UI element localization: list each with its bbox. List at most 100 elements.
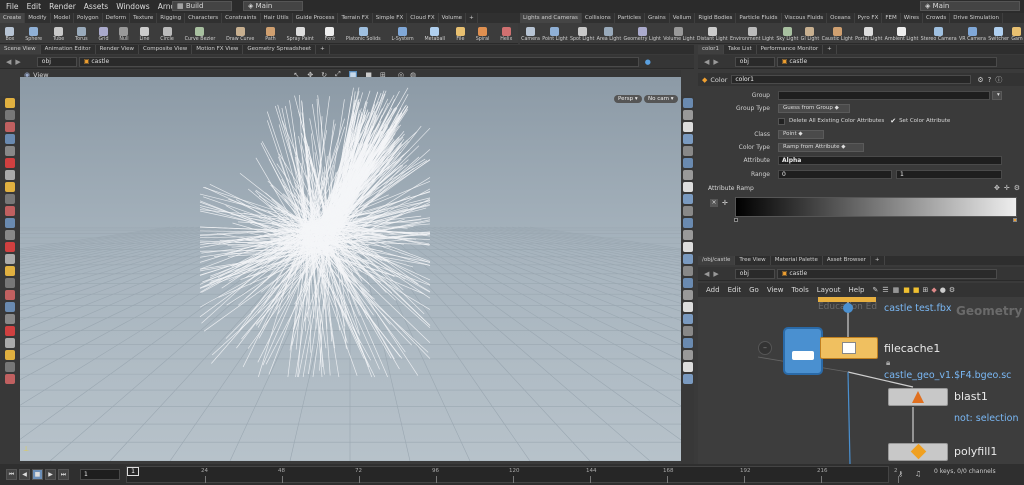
delete-attr-checkbox[interactable]: [778, 117, 785, 125]
strip-tool-icon[interactable]: [5, 314, 15, 324]
strip-tool-icon[interactable]: [682, 134, 693, 144]
shelf-tab[interactable]: FEM: [882, 13, 901, 23]
range-max-field[interactable]: 1: [896, 170, 1002, 179]
sticky-icon[interactable]: ■: [903, 286, 910, 294]
light-tool[interactable]: Camera: [521, 26, 540, 42]
strip-tool-icon[interactable]: [682, 242, 693, 252]
strip-tool-icon[interactable]: [5, 350, 15, 360]
tab-performance-monitor[interactable]: Performance Monitor: [757, 45, 824, 54]
back-icon[interactable]: ◀: [6, 58, 11, 66]
strip-tool-icon[interactable]: [682, 218, 693, 228]
menu-render[interactable]: Render: [45, 0, 80, 13]
menu-file[interactable]: File: [2, 0, 23, 13]
shelf-tab[interactable]: Collisions: [582, 13, 615, 23]
strip-tool-icon[interactable]: [682, 362, 693, 372]
strip-tool-icon[interactable]: [5, 338, 15, 348]
strip-tool-icon[interactable]: [5, 242, 15, 252]
frame-field[interactable]: 1: [80, 469, 120, 480]
shelf-tab[interactable]: Oceans: [827, 13, 855, 23]
ramp-plus-button[interactable]: ✛: [722, 199, 728, 207]
tab-color1[interactable]: color1: [698, 45, 725, 54]
play-icon[interactable]: ▶: [45, 469, 56, 480]
menu-assets[interactable]: Assets: [80, 0, 112, 13]
strip-tool-icon[interactable]: [682, 266, 693, 276]
tab-asset-browser[interactable]: Asset Browser: [823, 256, 871, 265]
shelf-tab[interactable]: Texture: [130, 13, 158, 23]
add-network-tab-icon[interactable]: +: [871, 256, 885, 265]
net-menu-add[interactable]: Add: [706, 286, 720, 294]
light-tool[interactable]: GI Light: [801, 26, 819, 42]
group-type-menu[interactable]: Guess from Group ◆: [778, 104, 850, 113]
tab-tree-view[interactable]: Tree View: [735, 256, 771, 265]
net-path-obj[interactable]: obj: [734, 268, 775, 279]
pin-icon[interactable]: ●: [645, 58, 651, 66]
shelf-tab-create[interactable]: Create: [0, 13, 26, 23]
shelf-tool[interactable]: Font: [325, 26, 335, 42]
polyfill1-node[interactable]: [888, 443, 948, 461]
shelf-tab[interactable]: Vellum: [670, 13, 696, 23]
wrench-icon[interactable]: ✎: [872, 286, 878, 294]
network-editor[interactable]: Education Ed Geometry castle test.fbx – …: [698, 297, 1024, 464]
strip-tool-icon[interactable]: [5, 278, 15, 288]
strip-tool-icon[interactable]: [5, 182, 15, 192]
shelf-tool[interactable]: Line: [139, 26, 149, 42]
strip-tool-icon[interactable]: [682, 374, 693, 384]
net-back-icon[interactable]: ◀: [704, 270, 709, 278]
shape-icon[interactable]: ●: [940, 286, 946, 294]
shelf-tab[interactable]: Characters: [185, 13, 223, 23]
strip-tool-icon[interactable]: [682, 302, 693, 312]
audio-icon[interactable]: ♫: [915, 470, 921, 478]
ramp-add-icon[interactable]: ✛: [1004, 184, 1010, 192]
shelf-tab[interactable]: Wires: [901, 13, 924, 23]
strip-tool-icon[interactable]: [682, 146, 693, 156]
shelf-tool[interactable]: Spiral: [476, 26, 489, 42]
attribute-field[interactable]: Alpha: [778, 156, 1002, 165]
blast1-node[interactable]: [888, 388, 948, 406]
node-name-field[interactable]: color1: [731, 75, 972, 84]
strip-tool-icon[interactable]: [5, 122, 15, 132]
strip-tool-icon[interactable]: [5, 290, 15, 300]
ramp-key-end[interactable]: [1013, 218, 1017, 222]
grid-view-icon[interactable]: ▦: [893, 286, 900, 294]
shelf-tab[interactable]: Deform: [103, 13, 131, 23]
light-tool[interactable]: Portal Light: [855, 26, 882, 42]
strip-tool-icon[interactable]: [682, 254, 693, 264]
strip-tool-icon[interactable]: [682, 314, 693, 324]
file-output-connector[interactable]: [843, 303, 853, 313]
tab-take-list[interactable]: Take List: [724, 45, 757, 54]
light-tool[interactable]: Volume Light: [663, 26, 695, 42]
shelf-tab[interactable]: Viscous Fluids: [782, 13, 828, 23]
right-back-icon[interactable]: ◀: [704, 58, 709, 66]
jump-end-icon[interactable]: ⏭: [58, 469, 69, 480]
strip-tool-icon[interactable]: [682, 338, 693, 348]
shelf-tool[interactable]: Helix: [500, 26, 512, 42]
tab-obj-castle[interactable]: /obj/castle: [698, 256, 736, 265]
strip-tool-icon[interactable]: [682, 182, 693, 192]
box-icon[interactable]: ■: [913, 286, 920, 294]
tab-geometry-spreadsheet[interactable]: Geometry Spreadsheet: [243, 45, 317, 54]
strip-tool-icon[interactable]: [682, 290, 693, 300]
tab-composite-view[interactable]: Composite View: [139, 45, 193, 54]
shelf-tab[interactable]: Terrain FX: [338, 13, 373, 23]
list-icon[interactable]: ☰: [882, 286, 888, 294]
strip-tool-icon[interactable]: [682, 278, 693, 288]
net-forward-icon[interactable]: ▶: [713, 270, 718, 278]
strip-tool-icon[interactable]: [5, 110, 15, 120]
path-obj[interactable]: obj: [36, 56, 77, 67]
strip-tool-icon[interactable]: [5, 254, 15, 264]
filecache-hda-icon[interactable]: [783, 327, 823, 375]
color-type-menu[interactable]: Ramp from Attribute ◆: [778, 143, 864, 152]
shelf-tool[interactable]: Null: [119, 26, 129, 42]
right-path-castle[interactable]: ▣ castle: [776, 56, 997, 67]
light-tool[interactable]: Area Light: [597, 26, 621, 42]
shelf-tab[interactable]: Crowds: [923, 13, 951, 23]
strip-tool-icon[interactable]: [682, 158, 693, 168]
group-field[interactable]: [778, 91, 990, 100]
shelf-tool[interactable]: Metaball: [425, 26, 445, 42]
strip-tool-icon[interactable]: [5, 326, 15, 336]
shelf-tab[interactable]: Drive Simulation: [950, 13, 1003, 23]
play-reverse-icon[interactable]: ◀: [19, 469, 30, 480]
light-tool[interactable]: Environment Light: [730, 26, 774, 42]
right-workspace-dropdown[interactable]: ◈ Main: [920, 1, 1020, 11]
gear-icon[interactable]: ⚙: [977, 76, 983, 84]
